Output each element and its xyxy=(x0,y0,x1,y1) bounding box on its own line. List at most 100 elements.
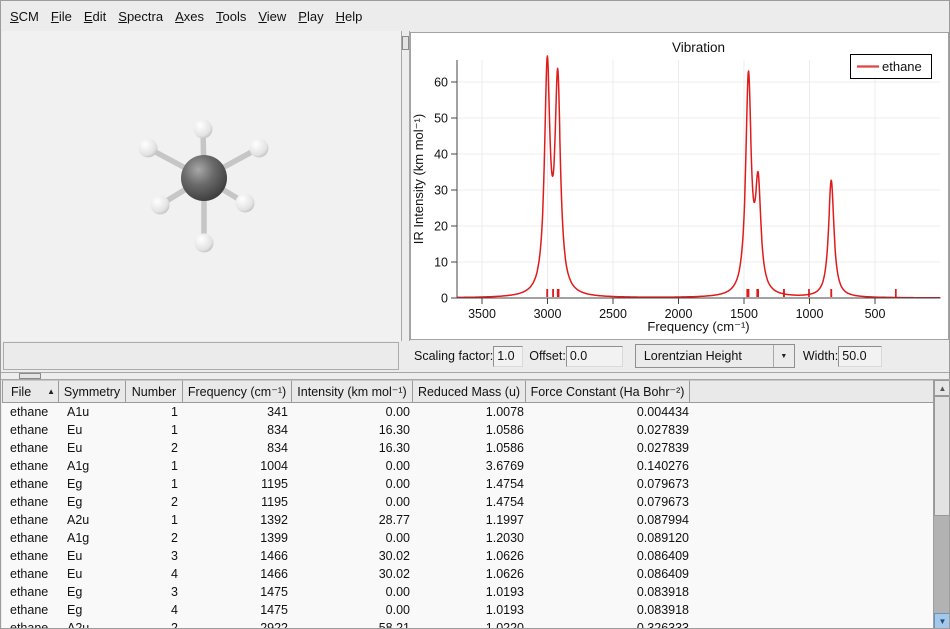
splitter-handle[interactable] xyxy=(19,373,41,379)
cell: 1.0626 xyxy=(417,549,531,563)
cell: 1195 xyxy=(185,495,295,509)
table-row[interactable]: ethaneEg314750.001.01930.083918 xyxy=(2,583,933,601)
column-header-force[interactable]: Force Constant (Ha Bohr⁻²) xyxy=(525,380,690,403)
table-row[interactable]: ethaneEu4146630.021.06260.086409 xyxy=(2,565,933,583)
vertical-splitter[interactable] xyxy=(401,31,410,341)
cell: 1466 xyxy=(185,567,295,581)
vertical-scrollbar[interactable]: ▲ ▼ xyxy=(933,380,950,629)
spectrum-chart[interactable]: 0102030405060350030002500200015001000500… xyxy=(411,33,948,339)
cell: 1 xyxy=(127,513,185,527)
table-row[interactable]: ethaneEg211950.001.47540.079673 xyxy=(2,493,933,511)
cell: 1195 xyxy=(185,477,295,491)
mode-status-bar: mode A1.u_1 Frequency: 341 1/cm, IR inte… xyxy=(3,342,399,370)
cell: Eu xyxy=(59,423,127,437)
cell: 0.00 xyxy=(295,585,417,599)
scroll-down-button[interactable]: ▼ xyxy=(934,613,950,629)
cell: 0.140276 xyxy=(531,459,696,473)
cell: 834 xyxy=(185,423,295,437)
table-row[interactable]: ethaneA2u2292258.211.02200.326333 xyxy=(2,619,933,629)
cell: 1.0193 xyxy=(417,603,531,617)
cell: 0.083918 xyxy=(531,603,696,617)
menu-play[interactable]: Play xyxy=(298,9,323,24)
menu-edit[interactable]: Edit xyxy=(84,9,106,24)
cell: 1.0078 xyxy=(417,405,531,419)
offset-input[interactable] xyxy=(566,346,623,367)
cell: ethane xyxy=(2,585,59,599)
column-header-intensity[interactable]: Intensity (km mol⁻¹) xyxy=(291,380,413,403)
lineshape-dropdown[interactable]: Lorentzian Height ▼ xyxy=(635,344,795,368)
cell: A1u xyxy=(59,405,127,419)
sort-ascending-icon: ▲ xyxy=(47,387,55,396)
width-input[interactable] xyxy=(838,346,882,367)
column-header-file[interactable]: File▲ xyxy=(2,380,59,403)
table-row[interactable]: ethaneEg414750.001.01930.083918 xyxy=(2,601,933,619)
table-row[interactable]: ethaneA1u13410.001.00780.004434 xyxy=(2,403,933,421)
cell: 3 xyxy=(127,585,185,599)
table-header: File▲SymmetryNumberFrequency (cm⁻¹)Inten… xyxy=(2,380,950,403)
cell: 0.00 xyxy=(295,405,417,419)
table-row[interactable]: ethaneA1g213990.001.20300.089120 xyxy=(2,529,933,547)
svg-text:Vibration: Vibration xyxy=(672,40,725,55)
horizontal-splitter[interactable] xyxy=(1,372,950,380)
cell: 1399 xyxy=(185,531,295,545)
column-header-frequency[interactable]: Frequency (cm⁻¹) xyxy=(182,380,292,403)
spectrum-controls: Scaling factor: Offset: Lorentzian Heigh… xyxy=(410,342,949,370)
cell: 1.0586 xyxy=(417,423,531,437)
menu-axes[interactable]: Axes xyxy=(175,9,204,24)
ethane-molecule xyxy=(2,31,401,341)
splitter-handle[interactable] xyxy=(402,36,409,50)
svg-text:3500: 3500 xyxy=(468,307,496,321)
svg-text:30: 30 xyxy=(434,184,448,198)
svg-text:0: 0 xyxy=(441,292,448,306)
column-header-number[interactable]: Number xyxy=(125,380,183,403)
scroll-up-button[interactable]: ▲ xyxy=(934,380,950,396)
cell: ethane xyxy=(2,423,59,437)
table-row[interactable]: ethaneEu283416.301.05860.027839 xyxy=(2,439,933,457)
svg-text:3000: 3000 xyxy=(534,307,562,321)
cell: 0.087994 xyxy=(531,513,696,527)
cell: 30.02 xyxy=(295,549,417,563)
table-row[interactable]: ethaneA1g110040.003.67690.140276 xyxy=(2,457,933,475)
svg-text:10: 10 xyxy=(434,256,448,270)
offset-label: Offset: xyxy=(529,349,566,363)
cell: Eu xyxy=(59,549,127,563)
column-header-symmetry[interactable]: Symmetry xyxy=(58,380,126,403)
cell: 2 xyxy=(127,441,185,455)
table-row[interactable]: ethaneEu3146630.021.06260.086409 xyxy=(2,547,933,565)
menu-scm[interactable]: SCM xyxy=(10,9,39,24)
cell: 1 xyxy=(127,405,185,419)
menu-view[interactable]: View xyxy=(258,9,286,24)
table-row[interactable]: ethaneA2u1139228.771.19970.087994 xyxy=(2,511,933,529)
cell: 2 xyxy=(127,621,185,629)
column-header-reduced[interactable]: Reduced Mass (u) xyxy=(412,380,526,403)
cell: 1.0586 xyxy=(417,441,531,455)
cell: 4 xyxy=(127,603,185,617)
cell: ethane xyxy=(2,513,59,527)
cell: 0.00 xyxy=(295,477,417,491)
cell: ethane xyxy=(2,405,59,419)
cell: 1.2030 xyxy=(417,531,531,545)
cell: A2u xyxy=(59,513,127,527)
molecule-viewer[interactable] xyxy=(2,31,401,341)
cell: Eu xyxy=(59,441,127,455)
cell: 1004 xyxy=(185,459,295,473)
cell: 1 xyxy=(127,459,185,473)
cell: 3 xyxy=(127,549,185,563)
table-row[interactable]: ethaneEg111950.001.47540.079673 xyxy=(2,475,933,493)
svg-text:Frequency (cm⁻¹): Frequency (cm⁻¹) xyxy=(647,319,749,334)
cell: 1466 xyxy=(185,549,295,563)
cell: ethane xyxy=(2,621,59,629)
cell: A1g xyxy=(59,531,127,545)
menu-file[interactable]: File xyxy=(51,9,72,24)
scaling-factor-input[interactable] xyxy=(493,346,523,367)
cell: Eu xyxy=(59,567,127,581)
cell: A2u xyxy=(59,621,127,629)
menu-help[interactable]: Help xyxy=(336,9,363,24)
cell: 2 xyxy=(127,495,185,509)
cell: 1.4754 xyxy=(417,495,531,509)
menu-tools[interactable]: Tools xyxy=(216,9,246,24)
scrollbar-thumb[interactable] xyxy=(934,396,950,516)
menu-spectra[interactable]: Spectra xyxy=(118,9,163,24)
cell: ethane xyxy=(2,567,59,581)
table-row[interactable]: ethaneEu183416.301.05860.027839 xyxy=(2,421,933,439)
